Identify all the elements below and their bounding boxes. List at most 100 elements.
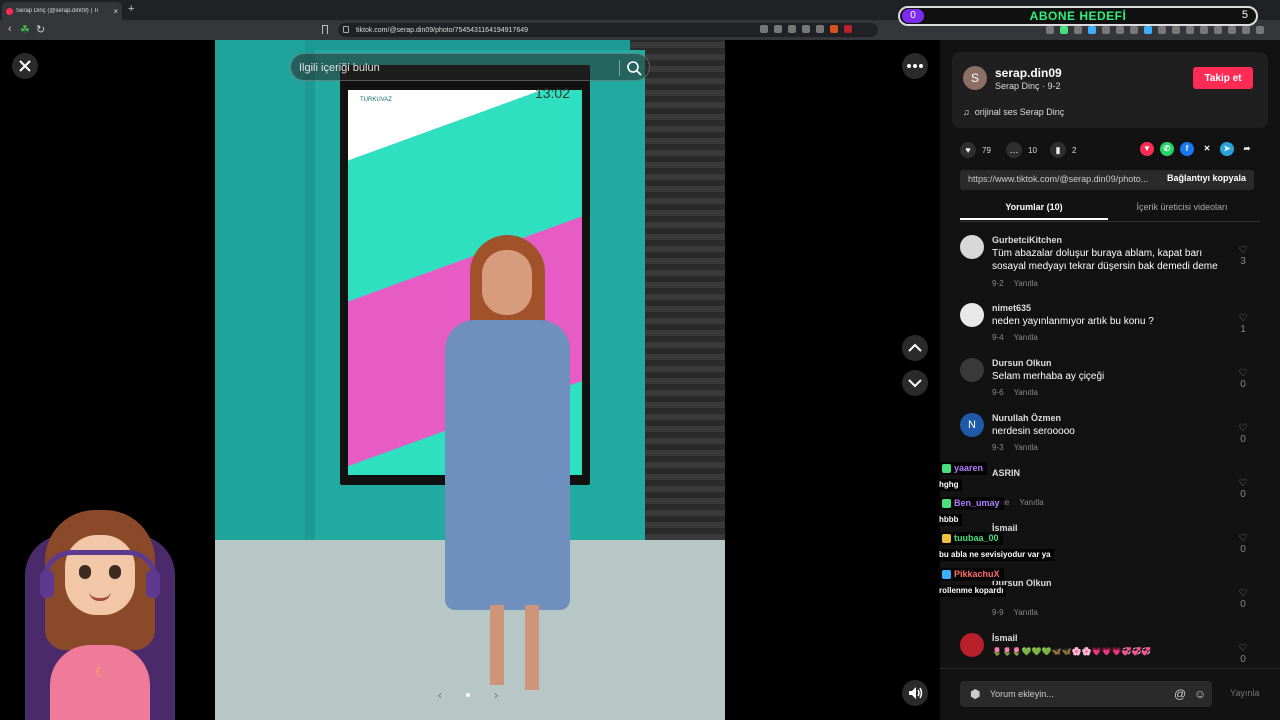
extension-icon[interactable]	[1130, 26, 1138, 34]
share-page-icon[interactable]	[816, 25, 824, 33]
subscriber-goal-bar: 0 ABONE HEDEFİ 5	[898, 6, 1258, 26]
comment-username[interactable]: Dursun Olkun	[992, 358, 1052, 368]
person-dress	[445, 320, 570, 610]
comment-avatar[interactable]	[960, 633, 984, 657]
comment-avatar[interactable]	[960, 303, 984, 327]
post-comment-button[interactable]: Yayınla	[1230, 688, 1259, 698]
reply-button[interactable]: Yanıtla	[1014, 608, 1038, 617]
comment-like[interactable]: ♡ 1	[1236, 313, 1250, 335]
music-link[interactable]: ♫ orijinal ses Serap Dinç	[963, 107, 1064, 117]
extension-icon[interactable]	[1242, 26, 1250, 34]
translate-icon[interactable]	[788, 25, 796, 33]
zoom-icon[interactable]	[802, 25, 810, 33]
cast-icon[interactable]	[760, 25, 768, 33]
extension-icon[interactable]	[1228, 26, 1236, 34]
chevron-down-icon	[908, 379, 922, 388]
comment-username[interactable]: GurbetciKitchen	[992, 235, 1062, 245]
post-photo[interactable]: 13:02 TURKUVAZ	[215, 40, 725, 720]
comment-like[interactable]: ♡ 3	[1236, 245, 1250, 267]
back-icon[interactable]: ‹	[8, 23, 12, 35]
next-post-button[interactable]	[902, 370, 928, 396]
headphones-icon	[42, 550, 158, 580]
comment-like[interactable]: ♡ 0	[1236, 478, 1250, 500]
comment-avatar[interactable]	[960, 358, 984, 382]
copy-link-button[interactable]: Bağlantıyı kopyala	[1167, 173, 1246, 183]
mention-icon[interactable]: @	[1174, 687, 1186, 701]
rewards-icon[interactable]	[844, 25, 852, 33]
author-username[interactable]: serap.din09	[995, 66, 1062, 80]
reply-button[interactable]: Yanıtla	[1014, 443, 1038, 452]
close-button[interactable]	[12, 53, 38, 79]
comment-like[interactable]: ♡ 0	[1236, 423, 1250, 445]
comment-username[interactable]: ASRIN	[992, 468, 1020, 478]
extension-icon[interactable]	[1214, 26, 1222, 34]
extension-icon[interactable]	[1200, 26, 1208, 34]
menu-icon[interactable]	[1256, 26, 1264, 34]
volume-button[interactable]	[902, 680, 928, 706]
comment-date: 9-9	[992, 608, 1004, 617]
more-options-button[interactable]	[902, 53, 928, 79]
heart-icon: ♡	[1238, 643, 1248, 654]
comment-input[interactable]	[990, 686, 1160, 702]
extension-icon[interactable]	[1186, 26, 1194, 34]
follow-button[interactable]: Takip et	[1193, 67, 1253, 89]
image-icon[interactable]: ⬢	[970, 687, 980, 701]
volume-icon	[909, 687, 923, 699]
like-button[interactable]: ♥ 79	[960, 142, 991, 158]
extension-icon[interactable]	[1088, 26, 1096, 34]
x-icon[interactable]: ✕	[1200, 142, 1214, 156]
comment-like[interactable]: ♡ 0	[1236, 533, 1250, 555]
extension-icon[interactable]	[1074, 26, 1082, 34]
reply-button[interactable]: Yanıtla	[1019, 498, 1043, 507]
extension-icon[interactable]	[1172, 26, 1180, 34]
tab-comments[interactable]: Yorumlar (10)	[960, 202, 1108, 220]
extension-icon[interactable]	[1102, 26, 1110, 34]
comment-avatar[interactable]: N	[960, 413, 984, 437]
comment-like[interactable]: ♡ 0	[1236, 588, 1250, 610]
share-icon[interactable]: ➦	[1240, 142, 1254, 156]
whatsapp-icon[interactable]: ✆	[1160, 142, 1174, 156]
comment-username[interactable]: nimet635	[992, 303, 1031, 313]
extension-icon[interactable]: ☘	[20, 23, 30, 36]
tab-creator-videos[interactable]: İçerik üreticisi videoları	[1108, 202, 1256, 212]
repost-icon[interactable]: ▼	[1140, 142, 1154, 156]
comment-like[interactable]: ♡ 0	[1236, 643, 1250, 665]
chevron-left-icon[interactable]: ‹	[438, 688, 442, 702]
extension-icon[interactable]	[1158, 26, 1166, 34]
emoji-icon[interactable]: ☺	[1194, 687, 1206, 701]
comment-username[interactable]: Nurullah Özmen	[992, 413, 1061, 423]
close-tab-icon[interactable]: ×	[113, 7, 118, 16]
search-icon[interactable]	[625, 59, 643, 77]
chat-username-text: PikkachuX	[954, 569, 1000, 579]
reply-button[interactable]: Yanıtla	[1014, 279, 1038, 288]
reply-button[interactable]: Yanıtla	[1014, 333, 1038, 342]
chat-badge-icon	[942, 464, 951, 473]
reply-button[interactable]: Yanıtla	[1014, 388, 1038, 397]
extension-icon[interactable]	[1046, 26, 1054, 34]
comment-button[interactable]: … 10	[1006, 142, 1037, 158]
comment-username[interactable]: İsmail	[992, 633, 1018, 643]
comment-avatar[interactable]	[960, 235, 984, 259]
brave-shield-icon[interactable]	[830, 25, 838, 33]
post-link[interactable]: https://www.tiktok.com/@serap.din09/phot…	[968, 174, 1158, 184]
search-input[interactable]	[299, 58, 609, 78]
extension-icon[interactable]	[1060, 26, 1068, 34]
previous-post-button[interactable]	[902, 335, 928, 361]
tracking-icon[interactable]	[774, 25, 782, 33]
telegram-icon[interactable]: ➤	[1220, 142, 1234, 156]
bookmark-icon[interactable]	[322, 25, 328, 34]
chat-username-text: tuubaa_00	[954, 533, 999, 543]
save-button[interactable]: ▮ 2	[1050, 142, 1076, 158]
related-search	[290, 53, 650, 81]
site-info-icon[interactable]	[343, 26, 349, 33]
extension-icon[interactable]	[1144, 26, 1152, 34]
author-avatar[interactable]: S	[963, 66, 987, 90]
extension-icon[interactable]	[1116, 26, 1124, 34]
new-tab-icon[interactable]: +	[128, 3, 134, 15]
chevron-right-icon[interactable]: ›	[494, 688, 498, 702]
page-dot[interactable]	[466, 693, 470, 697]
comment-like[interactable]: ♡ 0	[1236, 368, 1250, 390]
browser-tab[interactable]: Serap Dinç (@serap.din09) | Ti ×	[2, 2, 122, 20]
facebook-icon[interactable]: f	[1180, 142, 1194, 156]
reload-icon[interactable]: ↻	[36, 23, 45, 36]
